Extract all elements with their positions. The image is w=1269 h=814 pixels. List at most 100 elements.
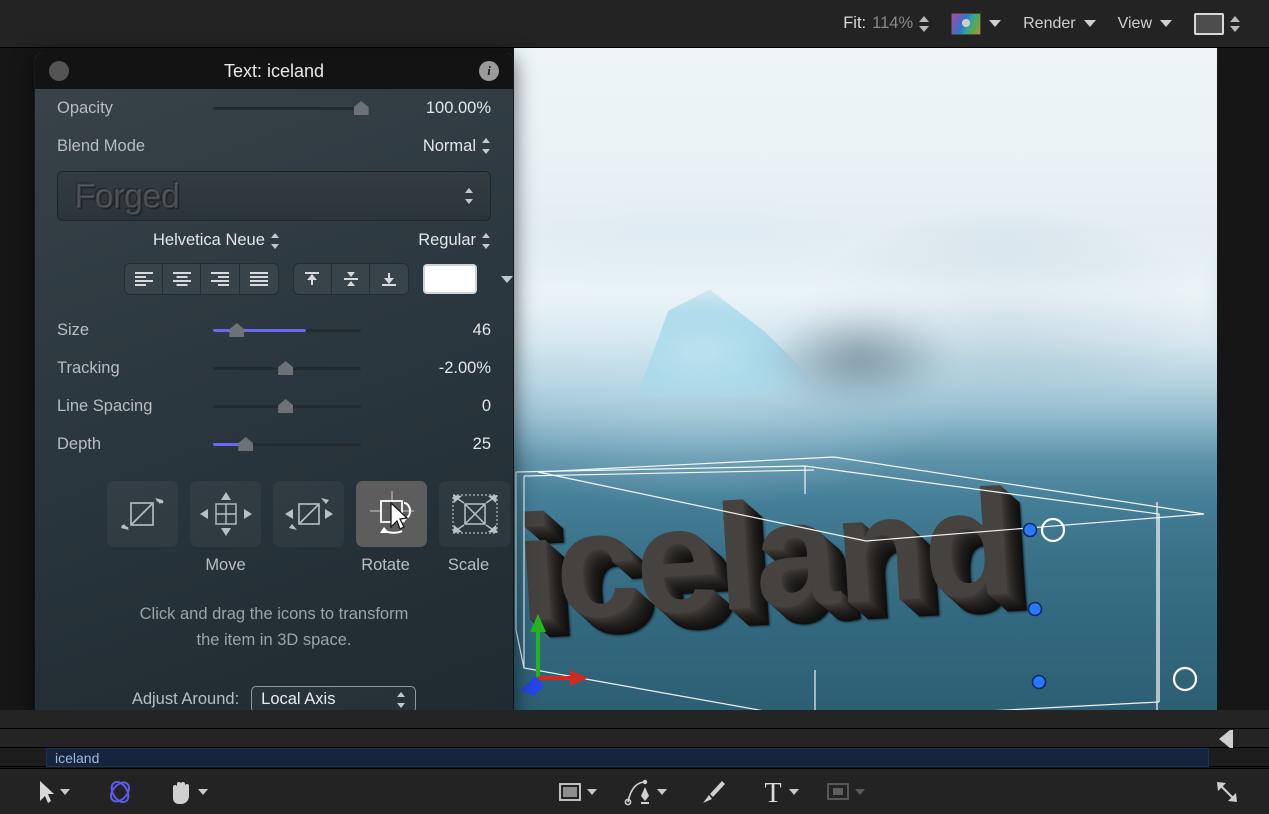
font-family-popup[interactable]: Helvetica Neue [57, 231, 280, 250]
chevron-down-icon[interactable] [587, 789, 597, 795]
bottom-toolbar: T [0, 768, 1269, 814]
3d-transform-tool[interactable] [98, 775, 142, 809]
timeline-track-row[interactable] [0, 729, 1269, 748]
align-middle-icon [341, 270, 361, 288]
move-pan-button[interactable] [190, 481, 261, 547]
depth-label: Depth [57, 435, 213, 454]
size-slider[interactable] [213, 320, 361, 340]
pan-hand-tool[interactable] [162, 775, 214, 809]
timeline-area[interactable]: iceland [0, 710, 1269, 768]
size-value[interactable]: 46 [361, 321, 491, 340]
text-tool[interactable]: T [755, 775, 805, 809]
blend-mode-value: Normal [423, 137, 476, 156]
text-style-preset-popup[interactable]: Forged [57, 171, 491, 221]
slider-knob[interactable] [238, 437, 253, 451]
bezier-pen-tool[interactable] [617, 775, 673, 809]
top-toolbar: Fit: 114% Render View [0, 0, 1269, 48]
align-top-icon [302, 270, 322, 288]
depth-slider[interactable] [213, 434, 361, 454]
adjust-around-popup[interactable]: Local Axis [251, 686, 416, 713]
text-tool-icon: T [761, 778, 785, 806]
align-bottom-button[interactable] [370, 264, 408, 294]
chevron-down-icon[interactable] [989, 20, 1001, 27]
scale-button[interactable] [439, 481, 510, 547]
viewer-canvas[interactable]: iceland [514, 48, 1217, 710]
chevron-down-icon[interactable] [60, 789, 70, 795]
blend-mode-popup[interactable]: Normal [423, 137, 491, 156]
font-style-popup[interactable]: Regular [418, 231, 491, 250]
align-center-button[interactable] [163, 264, 201, 294]
text-3d-object[interactable]: iceland [514, 466, 1016, 643]
blend-mode-row: Blend Mode Normal [35, 127, 513, 165]
transform-hint: Click and drag the icons to transform th… [35, 575, 513, 653]
chevron-down-icon[interactable] [855, 789, 865, 795]
view-menu[interactable]: View [1107, 9, 1183, 39]
align-left-icon [133, 271, 155, 287]
depth-value[interactable]: 25 [361, 435, 491, 454]
adjust-around-row: Adjust Around: Local Axis [35, 653, 513, 713]
move-xy-icon [115, 490, 171, 538]
size-label: Size [57, 321, 213, 340]
align-right-button[interactable] [201, 264, 239, 294]
stepper-icon[interactable] [465, 188, 474, 204]
select-arrow-tool[interactable] [30, 775, 76, 809]
stepper-icon[interactable] [397, 692, 406, 708]
align-justify-button[interactable] [240, 264, 278, 294]
adjust-around-label: Adjust Around: [132, 690, 239, 709]
opacity-slider[interactable] [213, 98, 361, 118]
fit-label: Fit: [843, 14, 866, 33]
text-color-swatch[interactable] [423, 264, 477, 294]
slider-knob[interactable] [229, 323, 244, 337]
mask-tool[interactable] [819, 775, 871, 809]
horizontal-align-group [124, 263, 279, 295]
color-channels-control[interactable] [940, 9, 1012, 39]
timeline-track-row[interactable] [0, 710, 1269, 729]
align-top-button[interactable] [294, 264, 332, 294]
chevron-down-icon[interactable] [198, 789, 208, 795]
tracking-value[interactable]: -2.00% [361, 359, 491, 378]
rotate-button[interactable] [356, 481, 427, 547]
chevron-down-icon[interactable] [657, 789, 667, 795]
stepper-icon[interactable] [482, 138, 491, 154]
color-wheel-icon [951, 13, 981, 35]
resize-diagonal-icon [1213, 778, 1241, 806]
timeline-clip[interactable]: iceland [46, 748, 1209, 767]
line-spacing-slider[interactable] [213, 396, 361, 416]
stepper-icon[interactable] [482, 233, 491, 249]
slider-knob[interactable] [278, 399, 293, 413]
move-z-button[interactable] [273, 481, 344, 547]
chevron-down-icon[interactable] [501, 276, 513, 283]
chevron-down-icon[interactable] [1160, 20, 1172, 27]
opacity-value[interactable]: 100.00% [361, 99, 491, 118]
line-spacing-value[interactable]: 0 [361, 397, 491, 416]
align-left-button[interactable] [125, 264, 163, 294]
paint-brush-tool[interactable] [693, 775, 733, 809]
text-sliders-group: Size 46 Tracking -2.00% [35, 295, 513, 463]
background-color-control[interactable] [1183, 9, 1251, 39]
render-menu[interactable]: Render [1012, 9, 1106, 39]
align-bottom-icon [379, 270, 399, 288]
text-inspector-hud[interactable]: Text: iceland i Opacity 100.00% Blend Mo… [34, 52, 514, 745]
fit-zoom-control[interactable]: Fit: 114% [832, 9, 940, 39]
line-spacing-label: Line Spacing [57, 397, 213, 416]
slider-fill [213, 329, 306, 332]
tracking-row: Tracking -2.00% [35, 349, 513, 387]
stepper-icon[interactable] [1230, 15, 1240, 33]
playhead-marker-bar[interactable] [1230, 730, 1233, 748]
stepper-icon[interactable] [271, 233, 280, 249]
align-middle-button[interactable] [332, 264, 370, 294]
resize-corner[interactable] [1207, 775, 1247, 809]
rotate-label: Rotate [344, 556, 427, 575]
slider-knob[interactable] [278, 361, 293, 375]
shape-rect-tool[interactable] [551, 775, 603, 809]
chevron-down-icon[interactable] [789, 789, 799, 795]
timeline-track-row[interactable]: iceland [0, 748, 1269, 767]
stepper-icon[interactable] [919, 15, 929, 33]
info-icon[interactable]: i [479, 61, 499, 81]
playhead-marker-icon[interactable] [1219, 730, 1230, 748]
mask-icon [825, 780, 851, 804]
text-3d-layer[interactable]: iceland [514, 48, 1217, 710]
chevron-down-icon[interactable] [1084, 20, 1096, 27]
move-xy-button[interactable] [107, 481, 178, 547]
tracking-slider[interactable] [213, 358, 361, 378]
